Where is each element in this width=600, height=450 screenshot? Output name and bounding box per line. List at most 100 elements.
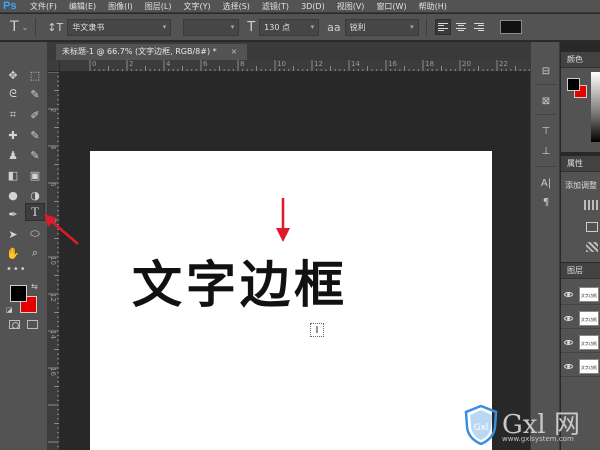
lasso-tool-icon[interactable]: ᘓ: [3, 85, 23, 103]
foreground-color[interactable]: [10, 285, 27, 302]
move-tool-icon[interactable]: ✥: [3, 66, 23, 84]
clone-stamp-icon[interactable]: ♟: [3, 146, 23, 164]
dodge-tool-icon[interactable]: ◑: [25, 186, 45, 204]
photo-filter-icon[interactable]: [586, 222, 598, 232]
photoshop-logo: Ps: [3, 0, 17, 12]
text-color-swatch[interactable]: [499, 20, 522, 34]
layer-row[interactable]: 文字边框: [561, 332, 600, 353]
anti-alias-value: 锐利: [349, 22, 366, 32]
ruler-origin[interactable]: [48, 60, 60, 72]
menu-3d[interactable]: 3D(D): [295, 0, 331, 13]
align-left-button[interactable]: [434, 19, 451, 35]
path-selection-icon[interactable]: ➤: [3, 225, 23, 243]
character-panel-icon[interactable]: A|: [539, 176, 553, 190]
actions-panel-icon[interactable]: ⊠: [539, 94, 553, 108]
blur-tool-icon[interactable]: ●: [3, 186, 23, 204]
default-colors-icon[interactable]: ◪: [6, 306, 13, 314]
layer-row[interactable]: 文字边框: [561, 284, 600, 305]
hand-tool-icon[interactable]: ✋: [3, 244, 23, 262]
color-spectrum[interactable]: [591, 72, 600, 142]
brush-tool-icon[interactable]: ✎: [25, 126, 45, 144]
menu-bar: Ps 文件(F) 编辑(E) 图像(I) 图层(L) 文字(Y) 选择(S) 滤…: [0, 0, 600, 13]
annotation-arrow-down: [276, 198, 290, 242]
menu-view[interactable]: 视图(V): [331, 0, 371, 13]
ruler-tick-label: 14: [351, 60, 360, 68]
layer-row[interactable]: 文字边框: [561, 308, 600, 329]
ruler-tick-label: 20: [462, 60, 471, 68]
healing-brush-icon[interactable]: ✚: [3, 126, 23, 144]
brush-presets-icon[interactable]: ⊥: [539, 144, 553, 158]
eyedropper-tool-icon[interactable]: ✐: [25, 106, 45, 124]
history-brush-icon[interactable]: ✎: [25, 146, 45, 164]
watermark-url: www.gxlsystem.com: [502, 435, 574, 443]
gradient-tool-icon[interactable]: ▣: [25, 166, 45, 184]
menu-edit[interactable]: 编辑(E): [63, 0, 102, 13]
chevron-down-icon: ⌄: [21, 22, 29, 32]
options-bar: T ⌄ ↕T 华文隶书 ▾ ▾ T 130 点 ▾ aa 锐利 ▾: [0, 14, 600, 41]
menu-image[interactable]: 图像(I): [102, 0, 139, 13]
pattern-adjustment-icon[interactable]: [586, 242, 598, 252]
ruler-tick-label: 10: [49, 256, 57, 265]
anti-alias-select[interactable]: 锐利 ▾: [344, 18, 419, 36]
tool-preset-picker[interactable]: T ⌄: [10, 19, 28, 35]
properties-panel-title[interactable]: 属性: [561, 156, 600, 172]
menu-type[interactable]: 文字(Y): [177, 0, 216, 13]
magic-wand-icon[interactable]: ✎: [25, 85, 45, 103]
levels-adjustment-icon[interactable]: [584, 200, 598, 210]
divider: [425, 18, 427, 36]
document-workspace[interactable]: 文字边框 I: [61, 73, 530, 450]
history-panel-icon[interactable]: ⊟: [539, 64, 553, 78]
brush-settings-icon[interactable]: ⊤: [539, 124, 553, 138]
layer-row[interactable]: 文字边框: [561, 356, 600, 377]
font-size-select[interactable]: 130 点 ▾: [259, 18, 320, 36]
ruler-tick-label: 14: [49, 330, 57, 339]
crop-tool-icon[interactable]: ⌗: [3, 106, 23, 124]
ruler-tick-label: 8: [240, 60, 245, 68]
font-family-select[interactable]: 华文隶书 ▾: [67, 18, 172, 36]
layer-thumbnail: 文字边框: [579, 358, 599, 374]
align-center-button[interactable]: [453, 19, 469, 35]
screen-mode-icon[interactable]: [27, 320, 38, 329]
eye-icon[interactable]: [564, 291, 573, 297]
anti-alias-icon: aa: [327, 20, 341, 34]
canvas-text-layer[interactable]: 文字边框: [132, 245, 348, 317]
menu-select[interactable]: 选择(S): [217, 0, 256, 13]
menu-window[interactable]: 窗口(W): [370, 0, 412, 13]
ruler-tick-label: 6: [49, 182, 57, 187]
more-tools-icon[interactable]: •••: [6, 264, 27, 275]
eraser-tool-icon[interactable]: ◧: [3, 166, 23, 184]
quick-mask-icon[interactable]: [9, 320, 20, 329]
chevron-down-icon: ▾: [410, 23, 414, 31]
shield-text: Gxl: [474, 423, 489, 433]
align-center-icon: [455, 22, 466, 32]
pen-tool-icon[interactable]: ✒: [3, 205, 23, 223]
eye-icon[interactable]: [564, 339, 573, 345]
swap-colors-icon[interactable]: ⇆: [31, 282, 38, 291]
align-right-button[interactable]: [471, 19, 487, 35]
menu-layer[interactable]: 图层(L): [139, 0, 178, 13]
vertical-ruler[interactable]: 2 4 6 8 10 12 14 16: [48, 72, 60, 450]
menu-help[interactable]: 帮助(H): [413, 0, 453, 13]
color-panel-foreground[interactable]: [567, 78, 580, 91]
menu-file[interactable]: 文件(F): [24, 0, 63, 13]
align-right-icon: [473, 22, 484, 32]
text-orientation-icon[interactable]: ↕T: [47, 21, 63, 34]
horizontal-ruler[interactable]: 0 2 4 6 8 10 12 14 16 18 20 22: [60, 60, 530, 72]
layers-panel-title[interactable]: 图层: [561, 263, 600, 279]
document-tab-bar: 未标题-1 @ 66.7% (文字边框, RGB/8#) * ×: [48, 42, 530, 60]
eye-icon[interactable]: [564, 363, 573, 369]
ruler-tick-label: 4: [166, 60, 171, 68]
ruler-tick-label: 16: [388, 60, 397, 68]
menu-filter[interactable]: 滤镜(T): [256, 0, 295, 13]
eye-icon[interactable]: [564, 315, 573, 321]
watermark: Gxl Gxl 网 www.gxlsystem.com: [460, 402, 600, 450]
color-panel-title[interactable]: 颜色: [561, 52, 600, 68]
paragraph-panel-icon[interactable]: ¶: [539, 195, 553, 209]
document-tab[interactable]: 未标题-1 @ 66.7% (文字边框, RGB/8#) * ×: [56, 44, 248, 60]
ruler-tick-label: 6: [203, 60, 208, 68]
close-icon[interactable]: ×: [231, 44, 238, 60]
document-title: 未标题-1 @ 66.7% (文字边框, RGB/8#) *: [62, 47, 217, 56]
font-style-select[interactable]: ▾: [183, 18, 240, 36]
ruler-tick-label: 4: [49, 145, 57, 150]
marquee-tool-icon[interactable]: ⬚: [25, 66, 45, 84]
